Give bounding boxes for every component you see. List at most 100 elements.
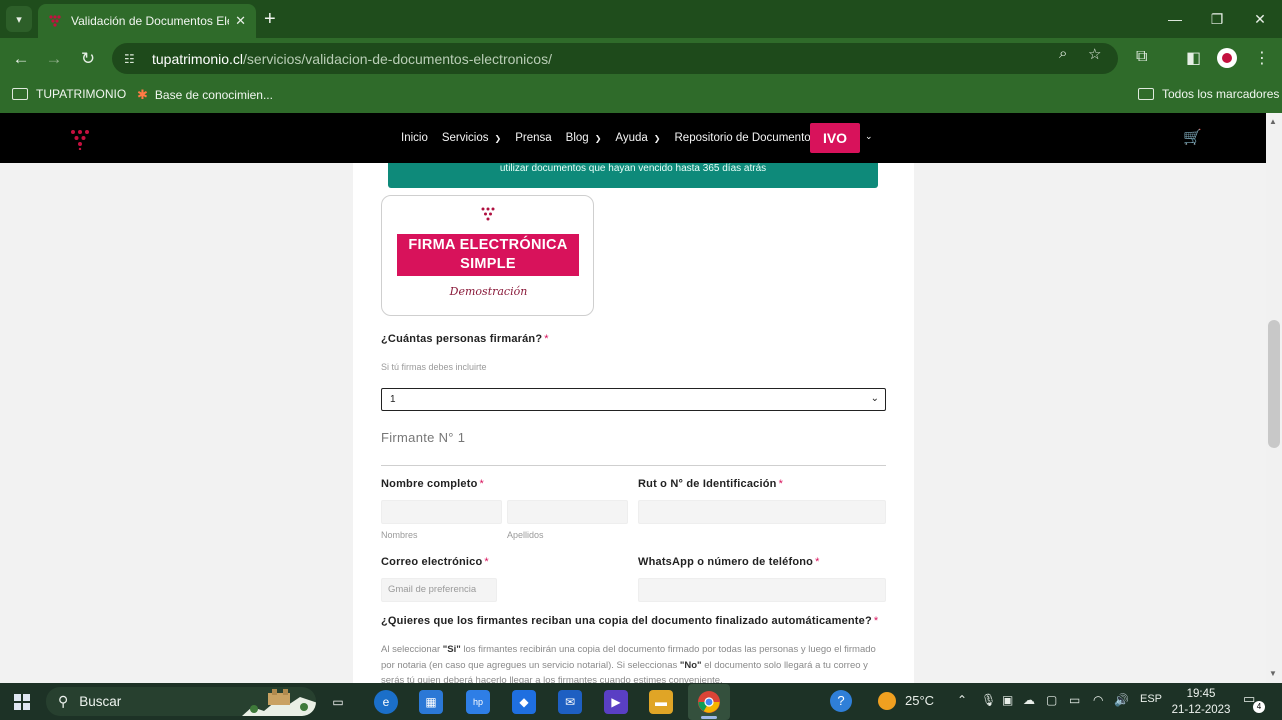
browser-toolbar: ← → ↻ ☷ tupatrimonio.cl/servicios/valida… bbox=[0, 38, 1282, 79]
site-header: Inicio Servicios ❯ Prensa Blog ❯ Ayuda ❯ Re… bbox=[0, 113, 1266, 163]
forward-arrow-icon[interactable]: → bbox=[42, 47, 66, 71]
dropbox-icon[interactable]: ◆ bbox=[512, 690, 536, 714]
scroll-down-icon[interactable]: ▼ bbox=[1269, 669, 1277, 678]
chrome-browser-icon bbox=[698, 691, 720, 713]
all-bookmarks[interactable]: Todos los marcadores bbox=[1138, 87, 1279, 101]
clock-date: 21-12-2023 bbox=[1171, 704, 1231, 716]
power-automate-icon[interactable]: ▶ bbox=[604, 690, 628, 714]
camera-icon[interactable]: ▣ bbox=[1002, 693, 1013, 707]
taskbar-search[interactable]: ⚲ Buscar bbox=[46, 687, 316, 716]
scroll-up-icon[interactable]: ▲ bbox=[1269, 117, 1277, 126]
email-label: Correo electrónico * bbox=[381, 556, 489, 568]
tab-close-icon[interactable]: ✕ bbox=[235, 13, 246, 29]
bookmark-base-conocimiento[interactable]: ✱ Base de conocimien... bbox=[137, 87, 273, 103]
language-indicator[interactable]: ESP bbox=[1140, 693, 1162, 705]
product-card-firma-simple: FIRMA ELECTRÓNICA SIMPLE Demostración bbox=[381, 195, 594, 316]
bookmark-star-icon[interactable]: ☆ bbox=[1088, 45, 1101, 63]
email-input[interactable]: Gmail de preferencia bbox=[381, 578, 497, 602]
mail-icon[interactable]: ✉ bbox=[558, 690, 582, 714]
notification-icon[interactable]: ▭ 4 bbox=[1243, 691, 1265, 713]
search-icon: ⚲ bbox=[58, 693, 69, 709]
bookmark-label: TUPATRIMONIO bbox=[36, 87, 127, 101]
side-panel-icon[interactable]: ◧ bbox=[1186, 48, 1201, 68]
nav-repositorio[interactable]: Repositorio de Documentos bbox=[675, 132, 817, 144]
tab-title: Validación de Documentos Electrónicos bbox=[71, 14, 229, 28]
first-name-sublabel: Nombres bbox=[381, 530, 418, 540]
weather-sun-icon[interactable] bbox=[878, 692, 896, 713]
tupatrimonio-logo-icon bbox=[481, 207, 495, 221]
chrome-menu-icon[interactable]: ⋮ bbox=[1254, 48, 1270, 68]
phone-input[interactable] bbox=[638, 578, 886, 602]
email-placeholder: Gmail de preferencia bbox=[388, 584, 477, 595]
rut-input[interactable] bbox=[638, 500, 886, 524]
tupatrimonio-logo-icon[interactable] bbox=[68, 126, 92, 150]
search-highlight-image bbox=[242, 689, 316, 716]
window-close-icon[interactable]: ✕ bbox=[1239, 0, 1281, 38]
site-nav: Inicio Servicios ❯ Prensa Blog ❯ Ayuda ❯ Re… bbox=[401, 113, 830, 163]
help-icon[interactable]: ? bbox=[830, 690, 852, 712]
windows-start-icon[interactable] bbox=[14, 694, 30, 710]
site-settings-icon[interactable]: ☷ bbox=[124, 52, 140, 66]
last-name-sublabel: Apellidos bbox=[507, 530, 544, 540]
phone-label: WhatsApp o número de teléfono * bbox=[638, 556, 820, 568]
chevron-down-icon: ❯ bbox=[494, 133, 502, 143]
new-tab-button[interactable]: + bbox=[264, 8, 276, 30]
task-view-icon[interactable]: ▭ bbox=[326, 690, 350, 714]
folder-icon bbox=[12, 88, 28, 100]
wifi-icon[interactable]: ◠ bbox=[1093, 693, 1103, 707]
profile-avatar[interactable] bbox=[1217, 48, 1237, 68]
display-icon[interactable]: ▢ bbox=[1046, 693, 1057, 707]
zoom-search-icon[interactable]: ⌕ bbox=[1059, 45, 1067, 62]
extensions-puzzle-icon[interactable]: ⧉ bbox=[1136, 48, 1147, 66]
section-divider bbox=[381, 465, 886, 466]
hp-smart-icon[interactable]: hp bbox=[466, 690, 490, 714]
tab-search-chevron-icon[interactable]: ▾ bbox=[6, 6, 32, 32]
volume-icon[interactable]: 🔊 bbox=[1114, 693, 1129, 707]
temperature[interactable]: 25°C bbox=[905, 693, 934, 708]
reload-icon[interactable]: ↻ bbox=[76, 47, 100, 71]
chevron-down-icon: ❯ bbox=[653, 133, 661, 143]
url-path: /servicios/validacion-de-documentos-elec… bbox=[243, 50, 552, 67]
browser-tab-bar: ▾ Validación de Documentos Electrónicos … bbox=[0, 0, 1282, 38]
browser-tab-active[interactable]: Validación de Documentos Electrónicos ✕ bbox=[38, 4, 256, 38]
last-name-input[interactable] bbox=[507, 500, 628, 524]
copy-description: Al seleccionar "Si" los firmantes recibi… bbox=[381, 644, 876, 686]
nav-servicios[interactable]: Servicios ❯ bbox=[442, 132, 501, 144]
rut-label: Rut o N° de Identificación * bbox=[638, 478, 784, 490]
full-name-label: Nombre completo * bbox=[381, 478, 484, 490]
bookmark-tupatrimonio[interactable]: TUPATRIMONIO bbox=[12, 87, 126, 101]
signers-question-label: ¿Cuántas personas firmarán? * bbox=[381, 333, 549, 345]
microsoft-store-icon[interactable]: ▦ bbox=[419, 690, 443, 714]
back-arrow-icon[interactable]: ← bbox=[9, 47, 33, 71]
system-clock[interactable]: 19:45 21-12-2023 bbox=[1170, 686, 1232, 718]
edge-browser-icon[interactable]: e bbox=[374, 690, 398, 714]
signers-count-select[interactable]: 1 ⌄ bbox=[381, 388, 886, 411]
battery-icon[interactable]: ▭ bbox=[1069, 693, 1080, 707]
nav-prensa[interactable]: Prensa bbox=[515, 132, 551, 144]
first-name-input[interactable] bbox=[381, 500, 502, 524]
microphone-icon[interactable]: 🎙 bbox=[981, 693, 996, 707]
chevron-down-icon: ⌄ bbox=[870, 393, 879, 404]
search-label: Buscar bbox=[79, 694, 122, 709]
tray-chevron-up-icon[interactable]: ⌃ bbox=[957, 693, 967, 707]
active-app-indicator bbox=[701, 716, 717, 719]
nav-blog[interactable]: Blog ❯ bbox=[566, 132, 602, 144]
scrollbar-thumb[interactable] bbox=[1268, 320, 1280, 448]
notification-badge: 4 bbox=[1253, 701, 1265, 713]
chrome-taskbar-button[interactable] bbox=[688, 684, 730, 720]
signers-hint: Si tú firmas debes incluirte bbox=[381, 362, 487, 372]
nav-inicio[interactable]: Inicio bbox=[401, 132, 428, 144]
address-bar[interactable]: ☷ tupatrimonio.cl/servicios/validacion-d… bbox=[112, 43, 1118, 74]
nav-ayuda[interactable]: Ayuda ❯ bbox=[615, 132, 660, 144]
all-bookmarks-label: Todos los marcadores bbox=[1162, 87, 1280, 101]
user-account-button[interactable]: IVO bbox=[810, 123, 860, 153]
bookmark-label: Base de conocimien... bbox=[154, 88, 273, 102]
minimize-icon[interactable]: — bbox=[1154, 0, 1196, 38]
restore-icon[interactable]: ❐ bbox=[1196, 0, 1238, 38]
hubspot-icon: ✱ bbox=[137, 87, 148, 102]
chevron-down-icon[interactable]: ⌄ bbox=[865, 131, 873, 142]
onedrive-cloud-icon[interactable]: ☁ bbox=[1023, 693, 1035, 707]
file-explorer-icon[interactable]: ▬ bbox=[649, 690, 673, 714]
shopping-cart-icon[interactable]: 🛒 bbox=[1183, 128, 1202, 146]
bookmarks-bar: TUPATRIMONIO ✱ Base de conocimien... Tod… bbox=[0, 79, 1282, 113]
